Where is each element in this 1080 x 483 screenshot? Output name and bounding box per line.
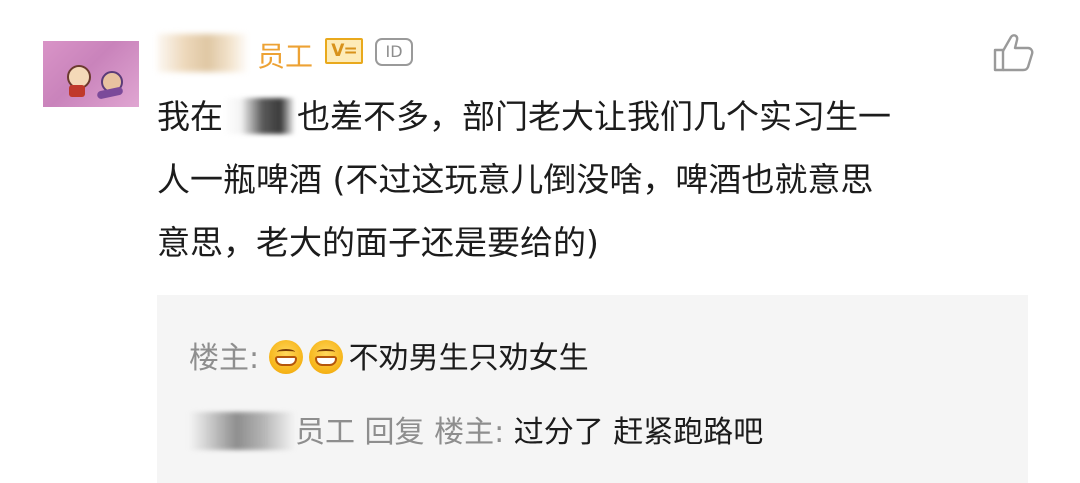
comment-line: 意思，老大的面子还是要给的) [157, 223, 599, 262]
reply-author-redacted[interactable] [189, 412, 295, 450]
comment-card: 员工 V= ID 我在 也差不多，部门老大让我们几个实习生一 人一瓶啤酒 (不过这… [0, 0, 1080, 483]
grin-emoji-icon [268, 340, 303, 374]
comment-text-segment: 我在 [157, 97, 223, 136]
grin-emoji-icon [308, 340, 343, 374]
comment-text: 我在 也差不多，部门老大让我们几个实习生一 人一瓶啤酒 (不过这玩意儿倒没啥，啤酒… [157, 85, 977, 274]
reply-action: 回复 [355, 415, 435, 450]
author-name-redacted[interactable] [157, 34, 249, 72]
reply-target[interactable]: 楼主 [434, 415, 494, 450]
author-name[interactable]: 员工 [257, 35, 313, 75]
reply-text: 过分了 赶紧跑路吧 [513, 415, 764, 450]
reply-item[interactable]: 楼主: 不劝男生只劝女生 [189, 333, 589, 377]
reply-author[interactable]: 楼主 [189, 341, 249, 376]
avatar[interactable] [43, 41, 139, 107]
thumbs-up-icon[interactable] [992, 33, 1034, 73]
reply-item[interactable]: 员工 回复 楼主: 过分了 赶紧跑路吧 [189, 407, 763, 451]
reply-author[interactable]: 员工 [295, 415, 355, 450]
avatar-figure-body [69, 85, 85, 97]
vip-badge: V= [325, 38, 363, 64]
comment-text-segment: 也差不多，部门老大让我们几个实习生一 [297, 97, 891, 136]
id-badge: ID [375, 38, 413, 66]
reply-separator: : [494, 415, 514, 450]
comment-line: 我在 也差不多，部门老大让我们几个实习生一 [157, 85, 977, 148]
comment-line: 人一瓶啤酒 (不过这玩意儿倒没啥，啤酒也就意思 [157, 160, 874, 199]
reply-section[interactable]: 楼主: 不劝男生只劝女生 员工 回复 楼主: 过分了 赶紧跑路吧 [157, 295, 1028, 483]
reply-text: 不劝男生只劝女生 [348, 341, 589, 376]
redacted-text [223, 98, 295, 134]
reply-separator: : [249, 341, 269, 376]
avatar-figure-body [96, 86, 124, 100]
